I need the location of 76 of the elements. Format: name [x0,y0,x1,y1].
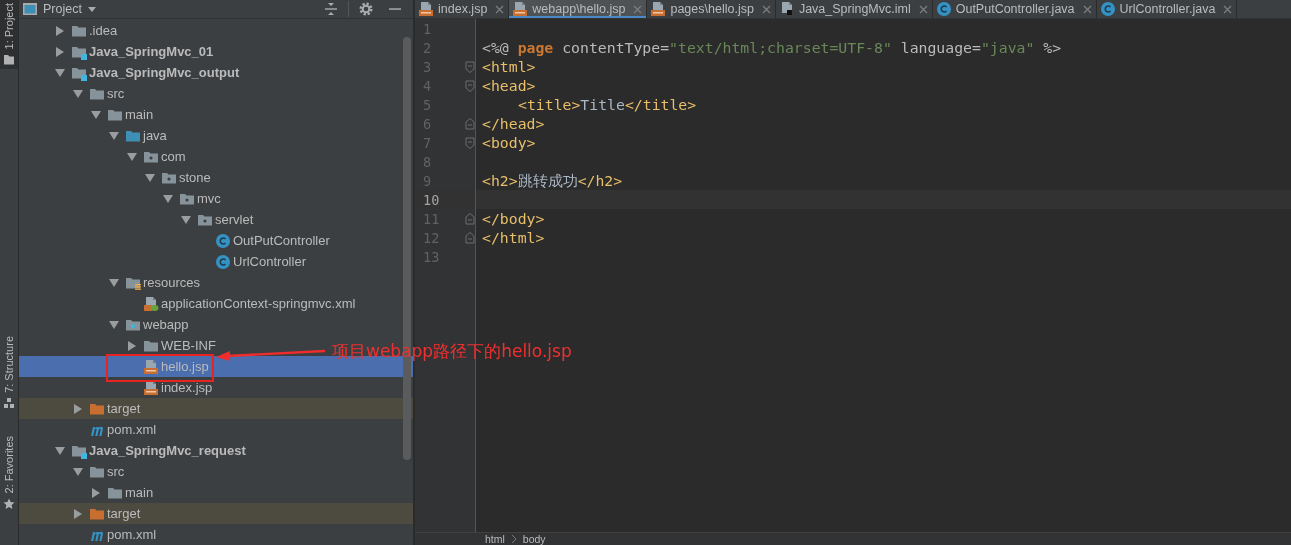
class-icon [215,253,231,270]
close-icon[interactable] [1082,4,1092,14]
structure-icon [3,397,15,410]
tree-item[interactable]: src [19,83,129,104]
tree-item[interactable]: mvc [19,188,225,209]
code-line: <title>Title</title> [517,95,697,114]
tree-item[interactable]: servlet [19,209,258,230]
tree-item[interactable]: main [19,482,158,503]
tool-window-button[interactable]: 7: Structure [0,333,18,414]
editor-tab[interactable]: OutPutController.java [932,0,1097,18]
code-line: </body> [481,209,545,228]
jsp-file-icon [650,1,667,17]
tree-item[interactable]: resources [19,272,205,293]
code-line: <h2>跳转成功</h2> [481,171,623,190]
editor-tab[interactable]: UrlController.java [1096,0,1238,18]
tree-item[interactable]: main [19,104,158,125]
tree-item[interactable]: .idea [19,20,122,41]
tree-item[interactable]: com [19,146,190,167]
chevron-icon [510,534,517,544]
tree-item[interactable]: index.jsp [19,377,217,398]
tree-item[interactable]: WEB-INF [19,335,220,356]
code-line: <%@ page contentType="text/html;charset=UTF-8" language="java" %> [481,38,1062,57]
tree-item[interactable]: target [19,398,413,419]
tree-item[interactable]: stone [19,167,215,188]
fold-marker-icon[interactable] [465,117,475,130]
fold-marker-icon[interactable] [465,79,475,92]
tree-item[interactable]: UrlController [19,251,310,272]
code-line: <body> [481,133,536,152]
editor-tab[interactable]: Java_SpringMvc.iml [775,0,933,18]
tool-window-button[interactable]: 2: Favorites [0,433,18,514]
tree-item[interactable]: OutPutController [19,230,334,251]
tree-item[interactable]: java [19,125,171,146]
jsp-file-icon [143,379,159,396]
collapse-all-icon [324,2,338,16]
jsp-file-icon [512,1,529,17]
tree-item[interactable]: Java_SpringMvc_request [19,440,250,461]
breadcrumb[interactable]: body [522,533,546,545]
breadcrumb[interactable]: html [485,533,505,545]
star-icon [3,497,15,510]
tree-item[interactable]: webapp [19,314,193,335]
fold-marker-icon[interactable] [465,136,475,149]
jsp-file-icon [143,358,159,375]
xml-file-icon [143,295,159,312]
close-icon[interactable] [918,4,928,14]
tree-item[interactable]: Java_SpringMvc_01 [19,41,218,62]
close-icon[interactable] [1223,4,1233,14]
class-icon [1099,1,1116,17]
tree-item[interactable]: Java_SpringMvc_output [19,62,244,83]
code-line: <head> [481,76,536,95]
code-line: </head> [481,114,545,133]
fold-marker-icon[interactable] [465,212,475,225]
tree-item[interactable]: pom.xml [19,419,161,440]
tree-item[interactable]: pom.xml [19,524,161,545]
line-number: 10 [422,191,441,208]
tree-item[interactable]: target [19,503,413,524]
close-icon[interactable] [495,4,505,14]
fold-marker-icon[interactable] [465,60,475,73]
tree-item[interactable]: src [19,461,129,482]
close-icon[interactable] [633,4,643,14]
project-view-icon [22,2,38,16]
caret-icon [86,5,97,13]
code-line: <html> [481,57,536,76]
editor-tab[interactable]: pages\hello.jsp [647,0,776,18]
tool-window-button[interactable]: 1: Project [0,0,18,70]
fold-marker-icon[interactable] [465,231,475,244]
close-icon[interactable] [761,4,771,14]
editor-tab[interactable]: webapp\hello.jsp [509,0,648,18]
editor-tab[interactable]: index.jsp [415,0,510,18]
folder-icon [3,53,15,66]
settings-icon [359,2,373,16]
tree-item[interactable]: applicationContext-springmvc.xml [19,293,360,314]
jsp-file-icon [418,1,434,17]
code-line: </html> [481,228,545,247]
class-icon [215,232,231,249]
panel-title[interactable]: Project [43,2,82,16]
class-icon [935,1,952,17]
